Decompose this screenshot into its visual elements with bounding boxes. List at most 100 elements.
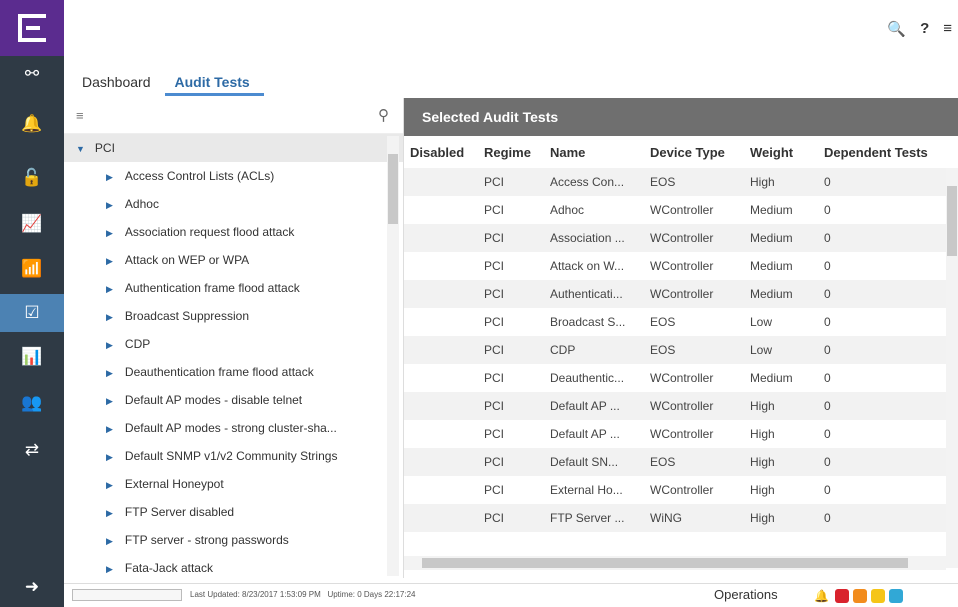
users-icon[interactable]: 👥 bbox=[0, 384, 64, 422]
tree-item[interactable]: ▶ Default AP modes - disable telnet bbox=[64, 386, 403, 414]
tab-dashboard[interactable]: Dashboard bbox=[64, 68, 165, 96]
column-header[interactable]: Disabled bbox=[404, 136, 478, 168]
table-row[interactable]: PCI Adhoc WController Medium 0 bbox=[404, 196, 958, 224]
table-cell: Broadcast S... bbox=[544, 308, 644, 336]
tree-item-label: Adhoc bbox=[124, 197, 159, 211]
caret-right-icon[interactable]: ▶ bbox=[106, 172, 113, 182]
table-cell: High bbox=[744, 476, 818, 504]
tree-item-label: Association request flood attack bbox=[124, 225, 295, 239]
tree-item[interactable]: ▶ External Honeypot bbox=[64, 470, 403, 498]
alarm-badge[interactable] bbox=[888, 589, 903, 603]
alarm-badge[interactable] bbox=[852, 589, 867, 603]
caret-right-icon[interactable]: ▶ bbox=[106, 480, 113, 490]
panel-title: Selected Audit Tests bbox=[404, 98, 958, 136]
wifi-icon[interactable]: 📶 bbox=[0, 250, 64, 288]
tree-root-pci[interactable]: ▼ PCI bbox=[64, 134, 403, 162]
search-icon[interactable]: 🔍 bbox=[887, 20, 906, 38]
transfer-icon[interactable]: ⇄ bbox=[0, 431, 64, 469]
tree-item[interactable]: ▶ FTP Server disabled bbox=[64, 498, 403, 526]
tree-item[interactable]: ▶ FTP server - strong passwords bbox=[64, 526, 403, 554]
column-header[interactable]: Name bbox=[544, 136, 644, 168]
caret-right-icon[interactable]: ▶ bbox=[106, 396, 113, 406]
column-header[interactable]: Weight bbox=[744, 136, 818, 168]
table-cell bbox=[404, 252, 478, 280]
tree-item[interactable]: ▶ Default SNMP v1/v2 Community Strings bbox=[64, 442, 403, 470]
table-row[interactable]: PCI External Ho... WController High 0 bbox=[404, 476, 958, 504]
table-row[interactable]: PCI Attack on W... WController Medium 0 bbox=[404, 252, 958, 280]
column-header[interactable]: Regime bbox=[478, 136, 544, 168]
table-row[interactable]: PCI Association ... WController Medium 0 bbox=[404, 224, 958, 252]
table-hscroll-thumb[interactable] bbox=[422, 558, 908, 568]
table-cell bbox=[404, 448, 478, 476]
checkbox-icon[interactable]: ☑ bbox=[0, 294, 64, 332]
table-horizontal-scrollbar[interactable] bbox=[404, 556, 946, 570]
alarm-badge[interactable] bbox=[834, 589, 849, 603]
table-cell: WController bbox=[644, 364, 744, 392]
table-vscroll-thumb[interactable] bbox=[947, 186, 957, 256]
help-icon[interactable]: ? bbox=[920, 20, 929, 38]
tree-item[interactable]: ▶ Authentication frame flood attack bbox=[64, 274, 403, 302]
tree-item[interactable]: ▶ Attack on WEP or WPA bbox=[64, 246, 403, 274]
table-row[interactable]: PCI FTP Server ... WiNG High 0 bbox=[404, 504, 958, 532]
tree-item[interactable]: ▶ Adhoc bbox=[64, 190, 403, 218]
table-cell: PCI bbox=[478, 280, 544, 308]
table-row[interactable]: PCI Authenticati... WController Medium 0 bbox=[404, 280, 958, 308]
caret-right-icon[interactable]: ▶ bbox=[106, 368, 113, 378]
bell-icon[interactable]: 🔔 bbox=[0, 105, 64, 143]
table-cell bbox=[404, 392, 478, 420]
table-row[interactable]: PCI Deauthentic... WController Medium 0 bbox=[404, 364, 958, 392]
table-cell: WController bbox=[644, 196, 744, 224]
bar-chart-icon[interactable]: 📊 bbox=[0, 338, 64, 376]
caret-right-icon[interactable]: ▶ bbox=[106, 564, 113, 574]
tree-item-label: Access Control Lists (ACLs) bbox=[124, 169, 275, 183]
table-cell: 0 bbox=[818, 364, 958, 392]
menu-icon[interactable]: ≡ bbox=[943, 20, 952, 38]
caret-right-icon[interactable]: ▶ bbox=[106, 228, 113, 238]
caret-right-icon[interactable]: ▶ bbox=[106, 340, 113, 350]
tree-item[interactable]: ▶ Deauthentication frame flood attack bbox=[64, 358, 403, 386]
table-cell: High bbox=[744, 420, 818, 448]
chart-line-icon[interactable]: 📈 bbox=[0, 205, 64, 243]
caret-right-icon[interactable]: ▶ bbox=[106, 452, 113, 462]
table-row[interactable]: PCI Default AP ... WController High 0 bbox=[404, 420, 958, 448]
caret-right-icon[interactable]: ▶ bbox=[106, 312, 113, 322]
caret-right-icon[interactable]: ▶ bbox=[106, 424, 113, 434]
table-row[interactable]: PCI Default SN... EOS High 0 bbox=[404, 448, 958, 476]
table-row[interactable]: PCI Broadcast S... EOS Low 0 bbox=[404, 308, 958, 336]
caret-down-icon[interactable]: ▼ bbox=[76, 144, 85, 154]
status-bar: Last Updated: 8/23/2017 1:53:09 PM Uptim… bbox=[64, 583, 958, 607]
tree-item[interactable]: ▶ Fata-Jack attack bbox=[64, 554, 403, 578]
tree-item[interactable]: ▶ Broadcast Suppression bbox=[64, 302, 403, 330]
tree-menu-icon[interactable]: ≡ bbox=[76, 108, 84, 123]
alarm-badge[interactable] bbox=[870, 589, 885, 603]
caret-right-icon[interactable]: ▶ bbox=[106, 284, 113, 294]
tree-item-label: External Honeypot bbox=[124, 477, 224, 491]
caret-right-icon[interactable]: ▶ bbox=[106, 508, 113, 518]
sidebar: ⚯ 🔔 🔓 📈 📶 ☑ 📊 👥 ⇄ ➜ bbox=[0, 0, 64, 607]
tree-scroll-thumb[interactable] bbox=[388, 154, 398, 224]
tree-scrollbar[interactable] bbox=[387, 136, 399, 576]
caret-right-icon[interactable]: ▶ bbox=[106, 256, 113, 266]
caret-right-icon[interactable]: ▶ bbox=[106, 536, 113, 546]
tree-search-icon[interactable]: ⚲ bbox=[378, 106, 389, 124]
tab-audit-tests[interactable]: Audit Tests bbox=[164, 68, 264, 96]
tree-item[interactable]: ▶ Access Control Lists (ACLs) bbox=[64, 162, 403, 190]
table-cell: EOS bbox=[644, 336, 744, 364]
network-icon[interactable]: ⚯ bbox=[0, 56, 64, 92]
tree-item[interactable]: ▶ CDP bbox=[64, 330, 403, 358]
arrow-right-icon[interactable]: ➜ bbox=[0, 568, 64, 606]
table-row[interactable]: PCI CDP EOS Low 0 bbox=[404, 336, 958, 364]
column-header[interactable]: Device Type bbox=[644, 136, 744, 168]
lock-icon[interactable]: 🔓 bbox=[0, 159, 64, 197]
table-cell: 0 bbox=[818, 168, 958, 196]
table-row[interactable]: PCI Access Con... EOS High 0 bbox=[404, 168, 958, 196]
tree-item[interactable]: ▶ Association request flood attack bbox=[64, 218, 403, 246]
bell-icon[interactable]: 🔔 bbox=[814, 589, 829, 603]
table-row[interactable]: PCI Default AP ... WController High 0 bbox=[404, 392, 958, 420]
tree-item[interactable]: ▶ Default AP modes - strong cluster-sha..… bbox=[64, 414, 403, 442]
operations-label[interactable]: Operations bbox=[714, 584, 778, 606]
logo[interactable] bbox=[0, 0, 64, 56]
column-header[interactable]: Dependent Tests bbox=[818, 136, 958, 168]
table-vertical-scrollbar[interactable] bbox=[946, 168, 958, 568]
caret-right-icon[interactable]: ▶ bbox=[106, 200, 113, 210]
